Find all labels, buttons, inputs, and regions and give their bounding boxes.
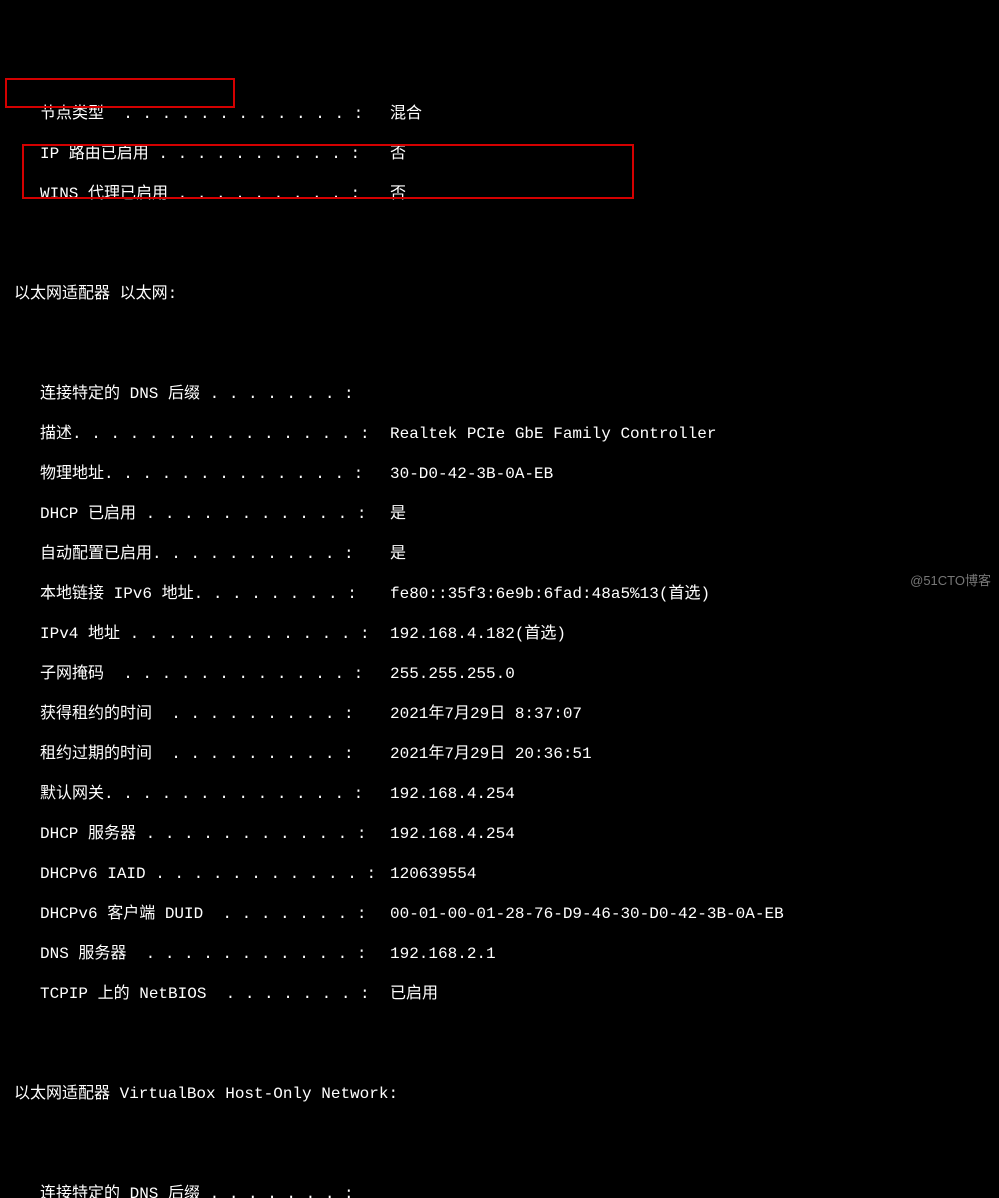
label-a1-autoconf: 自动配置已启用. . . . . . . . . . : bbox=[2, 544, 390, 564]
row-ip-routing: IP 路由已启用 . . . . . . . . . . : 否 bbox=[2, 144, 997, 164]
label-wins-proxy: WINS 代理已启用 . . . . . . . . . : bbox=[2, 184, 390, 204]
row-wins-proxy: WINS 代理已启用 . . . . . . . . . : 否 bbox=[2, 184, 997, 204]
value-a1-dhcp: 是 bbox=[390, 504, 406, 524]
value-a1-gateway: 192.168.4.254 bbox=[390, 784, 515, 804]
row-a1-lease-exp: 租约过期的时间 . . . . . . . . . : 2021年7月29日 2… bbox=[2, 744, 997, 764]
label-a1-duid: DHCPv6 客户端 DUID . . . . . . . : bbox=[2, 904, 390, 924]
value-wins-proxy: 否 bbox=[390, 184, 406, 204]
label-a1-dhcp-srv: DHCP 服务器 . . . . . . . . . . . : bbox=[2, 824, 390, 844]
row-a1-duid: DHCPv6 客户端 DUID . . . . . . . : 00-01-00… bbox=[2, 904, 997, 924]
value-a1-ipv4: 192.168.4.182(首选) bbox=[390, 624, 566, 644]
label-a1-ipv4: IPv4 地址 . . . . . . . . . . . . : bbox=[2, 624, 390, 644]
label-a1-subnet: 子网掩码 . . . . . . . . . . . . : bbox=[2, 664, 390, 684]
row-a1-gateway: 默认网关. . . . . . . . . . . . . : 192.168.… bbox=[2, 784, 997, 804]
row-a1-ipv4: IPv4 地址 . . . . . . . . . . . . : 192.16… bbox=[2, 624, 997, 644]
row-a1-subnet: 子网掩码 . . . . . . . . . . . . : 255.255.2… bbox=[2, 664, 997, 684]
row-a1-physical: 物理地址. . . . . . . . . . . . . : 30-D0-42… bbox=[2, 464, 997, 484]
label-a1-ipv6link: 本地链接 IPv6 地址. . . . . . . . : bbox=[2, 584, 390, 604]
row-a1-iaid: DHCPv6 IAID . . . . . . . . . . . : 1206… bbox=[2, 864, 997, 884]
row-a1-dhcp-srv: DHCP 服务器 . . . . . . . . . . . : 192.168… bbox=[2, 824, 997, 844]
label-a1-iaid: DHCPv6 IAID . . . . . . . . . . . : bbox=[2, 864, 390, 884]
label-a1-description: 描述. . . . . . . . . . . . . . . : bbox=[2, 424, 390, 444]
row-a2-dns-suffix: 连接特定的 DNS 后缀 . . . . . . . : bbox=[2, 1184, 997, 1198]
adapter2-header: 以太网适配器 VirtualBox Host-Only Network: bbox=[2, 1084, 997, 1104]
label-a1-lease-obt: 获得租约的时间 . . . . . . . . . : bbox=[2, 704, 390, 724]
value-a1-ipv6link: fe80::35f3:6e9b:6fad:48a5%13(首选) bbox=[390, 584, 710, 604]
value-node-type: 混合 bbox=[390, 104, 422, 124]
label-a1-gateway: 默认网关. . . . . . . . . . . . . : bbox=[2, 784, 390, 804]
adapter1-header: 以太网适配器 以太网: bbox=[2, 284, 997, 304]
row-a1-dns-srv: DNS 服务器 . . . . . . . . . . . : 192.168.… bbox=[2, 944, 997, 964]
value-a1-iaid: 120639554 bbox=[390, 864, 476, 884]
watermark: @51CTO博客 bbox=[910, 571, 991, 591]
value-a1-dhcp-srv: 192.168.4.254 bbox=[390, 824, 515, 844]
row-a1-dns-suffix: 连接特定的 DNS 后缀 . . . . . . . : bbox=[2, 384, 997, 404]
label-ip-routing: IP 路由已启用 . . . . . . . . . . : bbox=[2, 144, 390, 164]
value-a1-lease-exp: 2021年7月29日 20:36:51 bbox=[390, 744, 592, 764]
value-ip-routing: 否 bbox=[390, 144, 406, 164]
value-a1-duid: 00-01-00-01-28-76-D9-46-30-D0-42-3B-0A-E… bbox=[390, 904, 784, 924]
label-node-type: 节点类型 . . . . . . . . . . . . : bbox=[2, 104, 390, 124]
row-a1-autoconf: 自动配置已启用. . . . . . . . . . : 是 bbox=[2, 544, 997, 564]
value-a1-autoconf: 是 bbox=[390, 544, 406, 564]
value-a1-subnet: 255.255.255.0 bbox=[390, 664, 515, 684]
value-a1-lease-obt: 2021年7月29日 8:37:07 bbox=[390, 704, 582, 724]
label-a1-lease-exp: 租约过期的时间 . . . . . . . . . : bbox=[2, 744, 390, 764]
value-a1-description: Realtek PCIe GbE Family Controller bbox=[390, 424, 716, 444]
value-a1-physical: 30-D0-42-3B-0A-EB bbox=[390, 464, 553, 484]
row-a1-ipv6link: 本地链接 IPv6 地址. . . . . . . . : fe80::35f3… bbox=[2, 584, 997, 604]
label-a1-dns-srv: DNS 服务器 . . . . . . . . . . . : bbox=[2, 944, 390, 964]
label-a2-dns-suffix: 连接特定的 DNS 后缀 . . . . . . . : bbox=[2, 1184, 390, 1198]
row-a1-dhcp: DHCP 已启用 . . . . . . . . . . . : 是 bbox=[2, 504, 997, 524]
label-a1-netbios: TCPIP 上的 NetBIOS . . . . . . . : bbox=[2, 984, 390, 1004]
label-a1-dhcp: DHCP 已启用 . . . . . . . . . . . : bbox=[2, 504, 390, 524]
label-a1-dns-suffix: 连接特定的 DNS 后缀 . . . . . . . : bbox=[2, 384, 390, 404]
value-a1-netbios: 已启用 bbox=[390, 984, 438, 1004]
row-a1-netbios: TCPIP 上的 NetBIOS . . . . . . . : 已启用 bbox=[2, 984, 997, 1004]
row-node-type: 节点类型 . . . . . . . . . . . . : 混合 bbox=[2, 104, 997, 124]
label-a1-physical: 物理地址. . . . . . . . . . . . . : bbox=[2, 464, 390, 484]
value-a1-dns-srv: 192.168.2.1 bbox=[390, 944, 496, 964]
row-a1-lease-obt: 获得租约的时间 . . . . . . . . . : 2021年7月29日 8… bbox=[2, 704, 997, 724]
row-a1-description: 描述. . . . . . . . . . . . . . . : Realte… bbox=[2, 424, 997, 444]
